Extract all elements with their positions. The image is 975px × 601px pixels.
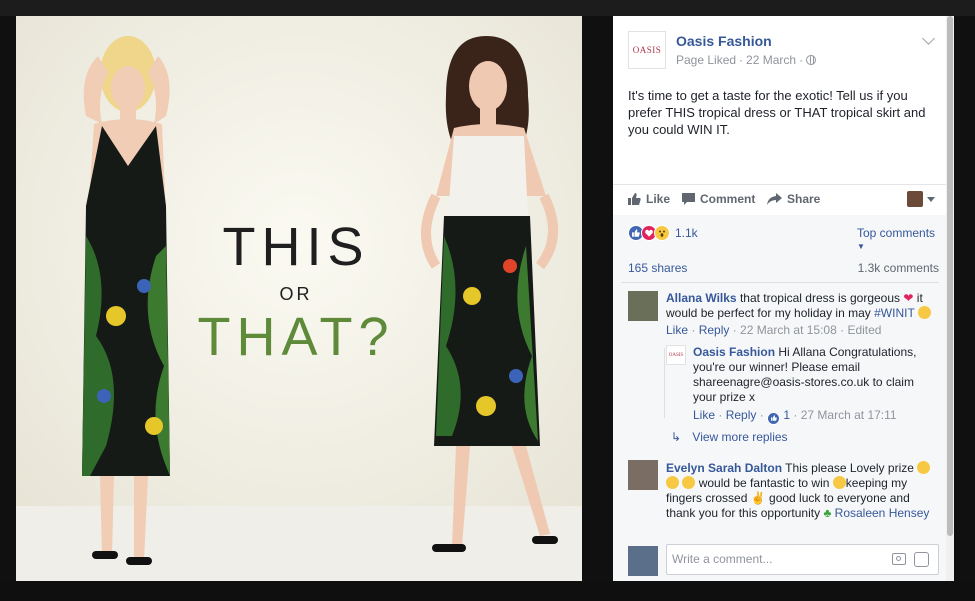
share-label: Share: [787, 192, 821, 206]
reply-like-link[interactable]: Like: [693, 408, 715, 422]
post-panel: OASIS Oasis Fashion Page Liked · 22 Marc…: [613, 16, 946, 581]
reply-author-name[interactable]: Oasis Fashion: [693, 345, 775, 359]
post-text: It's time to get a taste for the exotic!…: [628, 88, 926, 137]
comment-reply-link[interactable]: Reply: [699, 323, 730, 337]
reply-thread-line: [664, 348, 665, 418]
wow-reaction-icon: [654, 225, 670, 241]
page-avatar[interactable]: OASIS: [628, 31, 666, 69]
blush-emoji-icon: [917, 461, 931, 474]
reply-avatar[interactable]: OASIS: [666, 345, 686, 365]
commenting-as-avatar[interactable]: [907, 191, 923, 207]
commenter-avatar[interactable]: [628, 291, 658, 321]
share-arrow-icon: [767, 193, 782, 205]
page-name-link[interactable]: Oasis Fashion: [676, 33, 772, 49]
top-comments-dropdown[interactable]: Top comments ▼: [857, 226, 946, 254]
comment-button[interactable]: Comment: [682, 192, 755, 206]
comments-count[interactable]: 1.3k comments: [858, 261, 939, 275]
view-more-replies-link[interactable]: ↳ View more replies: [671, 430, 788, 444]
comment-time[interactable]: 22 March at 15:08: [740, 323, 837, 337]
comment-edited[interactable]: Edited: [847, 323, 881, 337]
action-bar: Like Comment Share: [613, 184, 946, 216]
comment2-part-b: would be fantastic to win: [698, 476, 830, 490]
reply-meta: Like · Reply · 1 · 27 March at 17:11: [693, 408, 897, 425]
comment-part-a: that tropical dress is gorgeous: [739, 291, 901, 305]
post-date-link[interactable]: 22 March: [746, 53, 796, 67]
globe-icon: [806, 55, 817, 65]
ad-word-this: THIS: [222, 217, 370, 277]
background-strip-top: [0, 0, 975, 16]
scrollbar-thumb[interactable]: [947, 16, 953, 536]
photo-lightbox: THIS OR THAT? OASIS Oasis Fashion Page L…: [0, 0, 975, 601]
hashtag-link[interactable]: #WINIT: [874, 306, 914, 320]
reactions-count: 1.1k: [675, 226, 698, 240]
crossed-fingers-icon: ✌: [750, 491, 766, 505]
shares-count-link[interactable]: 165 shares: [628, 261, 687, 275]
share-button[interactable]: Share: [767, 192, 820, 206]
top-comments-label: Top comments: [857, 226, 936, 240]
post-meta: Page Liked · 22 March ·: [676, 53, 817, 67]
divider: [621, 282, 939, 283]
comment-like-link[interactable]: Like: [666, 323, 688, 337]
comment-text-2: Evelyn Sarah Dalton This please Lovely p…: [666, 461, 936, 521]
reaction-summary[interactable]: 1.1k: [628, 225, 698, 241]
comment-text: Allana Wilks that tropical dress is gorg…: [666, 291, 936, 321]
background-strip-bottom: [0, 582, 975, 601]
view-more-label: View more replies: [692, 430, 788, 444]
caret-down-small-icon: ▼: [857, 242, 865, 251]
commenter-name-2[interactable]: Evelyn Sarah Dalton: [666, 461, 782, 475]
heart-emoji-icon: ❤: [903, 291, 914, 305]
chevron-down-icon[interactable]: [922, 32, 935, 45]
thumbs-up-icon: [628, 193, 641, 205]
caret-down-icon[interactable]: [927, 197, 935, 202]
post-photo[interactable]: THIS OR THAT?: [16, 16, 582, 581]
comment-icon: [682, 193, 695, 205]
meta-separator: ·: [739, 53, 744, 67]
panel-scrollbar[interactable]: [946, 16, 954, 581]
reply-likes-count[interactable]: 1: [783, 408, 790, 422]
reply-logo-text: OASIS: [668, 352, 684, 358]
commenter-avatar-2[interactable]: [628, 460, 658, 490]
commenter-name[interactable]: Allana Wilks: [666, 291, 737, 305]
like-button[interactable]: Like: [628, 192, 670, 206]
ad-word-or: OR: [279, 284, 313, 304]
clover-icon: ♣: [823, 506, 832, 520]
comment-label: Comment: [700, 192, 756, 206]
page-liked-label: Page Liked: [676, 53, 737, 67]
ad-word-that: THAT?: [197, 307, 395, 367]
sticker-icon[interactable]: [914, 552, 929, 567]
comment-composer: [613, 541, 946, 581]
smile-emoji-icon-2: [682, 476, 696, 489]
comment-input[interactable]: [667, 545, 882, 573]
grin-emoji-icon: [666, 476, 679, 489]
reactions-and-comments: 1.1k Top comments ▼ 165 shares 1.3k comm…: [613, 215, 946, 581]
like-label: Like: [646, 192, 671, 206]
comment2-part-a: This please Lovely prize: [785, 461, 914, 475]
comment-input-box: [666, 544, 939, 575]
current-user-avatar[interactable]: [628, 546, 658, 576]
reply-time[interactable]: 27 March at 17:11: [801, 408, 897, 422]
meta-separator-2: ·: [799, 53, 804, 67]
reply-reply-link[interactable]: Reply: [726, 408, 757, 422]
tagged-user-link[interactable]: Rosaleen Hensey: [835, 506, 930, 520]
kiss-emoji-icon: [832, 476, 846, 489]
camera-icon[interactable]: [892, 553, 906, 565]
reply-arrow-icon: ↳: [671, 430, 682, 444]
reply-like-badge-icon: [767, 411, 781, 425]
smile-emoji-icon: [917, 306, 931, 319]
comment-meta: Like · Reply · 22 March at 15:08 · Edite…: [666, 323, 882, 337]
reply-text: Oasis Fashion Hi Allana Congratulations,…: [693, 345, 933, 405]
logo-text: OASIS: [632, 45, 662, 55]
